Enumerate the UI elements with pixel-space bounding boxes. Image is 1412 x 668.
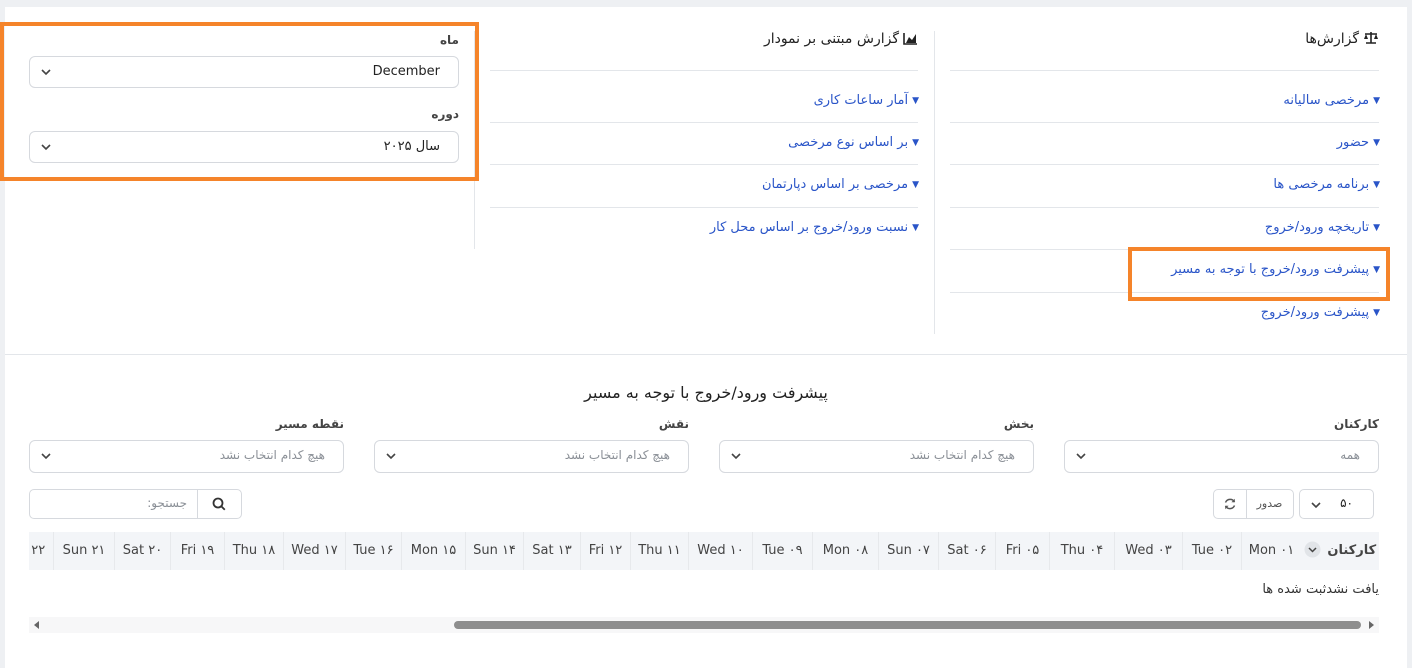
caret-down-icon: ▼	[1373, 180, 1380, 190]
route-point-filter-select[interactable]: هیچ کدام انتخاب نشد	[29, 440, 344, 473]
table-header-day: Sat ۲۰	[114, 532, 170, 570]
report-link-annual-leave[interactable]: ▼مرخصی سالیانه	[1283, 93, 1380, 108]
charts-title: گزارش مبتنی بر نمودار	[764, 31, 918, 47]
balance-scale-icon	[1364, 32, 1378, 44]
table-header-day: Sat ۱۳	[523, 532, 580, 570]
scroll-left-icon[interactable]	[33, 621, 41, 629]
report-link-checkin-history[interactable]: ▼تاریخچه ورود/خروج	[1265, 220, 1380, 235]
table-header-day: Sun ۲۱	[53, 532, 114, 570]
department-filter-label: بخش	[1003, 417, 1034, 431]
search-box: جستجو:	[29, 489, 242, 519]
caret-down-icon: ▼	[912, 138, 919, 148]
table-header-day: Sat ۰۶	[938, 532, 995, 570]
caret-down-icon: ▼	[912, 96, 919, 106]
highlight-selected-report	[1128, 247, 1390, 301]
section-title: پیشرفت ورود/خروج با توجه به مسیر	[584, 383, 828, 402]
role-filter-select[interactable]: هیچ کدام انتخاب نشد	[374, 440, 689, 473]
table-header-day: Sun ۱۴	[465, 532, 523, 570]
caret-down-icon: ▼	[912, 180, 919, 190]
reports-title: گزارش‌ها	[1305, 31, 1379, 47]
caret-down-icon: ▼	[1373, 308, 1380, 318]
area-chart-icon	[903, 33, 917, 45]
department-filter-select[interactable]: هیچ کدام انتخاب نشد	[719, 440, 1034, 473]
chevron-down-icon	[1304, 541, 1321, 558]
table-header-day: Fri ۱۲	[580, 532, 630, 570]
chevron-down-icon	[1311, 502, 1321, 509]
chart-link-checkin-workplace[interactable]: ▼نسبت ورود/خروج بر اساس محل کار	[710, 220, 919, 235]
horizontal-scrollbar[interactable]	[29, 617, 1379, 633]
employees-filter-label: کارکنان	[1333, 417, 1379, 431]
report-link-leave-schedule[interactable]: ▼برنامه مرخصی ها	[1273, 177, 1380, 192]
chart-link-working-hours[interactable]: ▼آمار ساعات کاری	[814, 93, 919, 108]
table-header: کارکنان Mon ۰۱ Tue ۰۲ Wed ۰۳ Thu ۰۴ Fri …	[29, 532, 1379, 570]
search-input[interactable]: جستجو:	[30, 490, 197, 518]
caret-down-icon: ▼	[1373, 138, 1380, 148]
report-link-attendance[interactable]: ▼حضور	[1337, 135, 1380, 150]
table-header-day: Wed ۰۳	[1114, 532, 1182, 570]
report-link-checkin-progress[interactable]: ▼پیشرفت ورود/خروج	[1261, 305, 1380, 320]
table-header-day: Mon ۰۱	[1241, 532, 1301, 570]
table-header-day: Thu ۰۴	[1049, 532, 1114, 570]
table-header-day: Mon ۲۲	[29, 532, 53, 570]
refresh-icon[interactable]	[1223, 497, 1237, 511]
search-icon[interactable]	[212, 497, 226, 511]
table-header-day: Tue ۰۲	[1182, 532, 1241, 570]
chevron-down-icon	[731, 453, 741, 460]
employees-filter-select[interactable]: همه	[1064, 440, 1379, 473]
page-size-select[interactable]: ۵۰	[1299, 489, 1374, 519]
scrollbar-thumb[interactable]	[454, 621, 1361, 629]
table-header-day: Fri ۰۵	[995, 532, 1049, 570]
table-header-day: Wed ۱۰	[688, 532, 752, 570]
chevron-down-icon	[41, 453, 51, 460]
table-header-employees[interactable]: کارکنان	[1301, 532, 1379, 570]
export-button-group: صدور	[1213, 489, 1294, 519]
caret-down-icon: ▼	[912, 223, 919, 233]
table-header-day: Wed ۱۷	[283, 532, 345, 570]
chart-link-leave-type[interactable]: ▼بر اساس نوع مرخصی	[788, 135, 919, 150]
role-filter-label: نقش	[658, 417, 689, 431]
scroll-right-icon[interactable]	[1367, 621, 1375, 629]
table-header-day: Tue ۱۶	[345, 532, 401, 570]
table-header-day: Thu ۱۸	[224, 532, 283, 570]
highlight-period-filters	[0, 22, 479, 181]
table-empty-message: یافت نشدثبت شده ها	[1262, 582, 1379, 597]
export-button[interactable]: صدور	[1246, 490, 1293, 518]
table-header-day: Sun ۰۷	[878, 532, 938, 570]
table-header-day: Mon ۰۸	[812, 532, 878, 570]
chart-link-leave-department[interactable]: ▼مرخصی بر اساس دپارتمان	[762, 177, 919, 192]
route-point-filter-label: نقطه مسیر	[275, 417, 344, 431]
chevron-down-icon	[1076, 453, 1086, 460]
caret-down-icon: ▼	[1373, 96, 1380, 106]
chevron-down-icon	[386, 453, 396, 460]
table-header-day: Thu ۱۱	[630, 532, 688, 570]
table-header-day: Tue ۰۹	[752, 532, 812, 570]
table-header-day: Fri ۱۹	[170, 532, 224, 570]
caret-down-icon: ▼	[1373, 223, 1380, 233]
column-divider	[934, 31, 935, 334]
page: گزارش‌ها گزارش مبتنی بر نمودار ▼مرخصی سا…	[0, 7, 1407, 668]
table-header-day: Mon ۱۵	[401, 532, 465, 570]
